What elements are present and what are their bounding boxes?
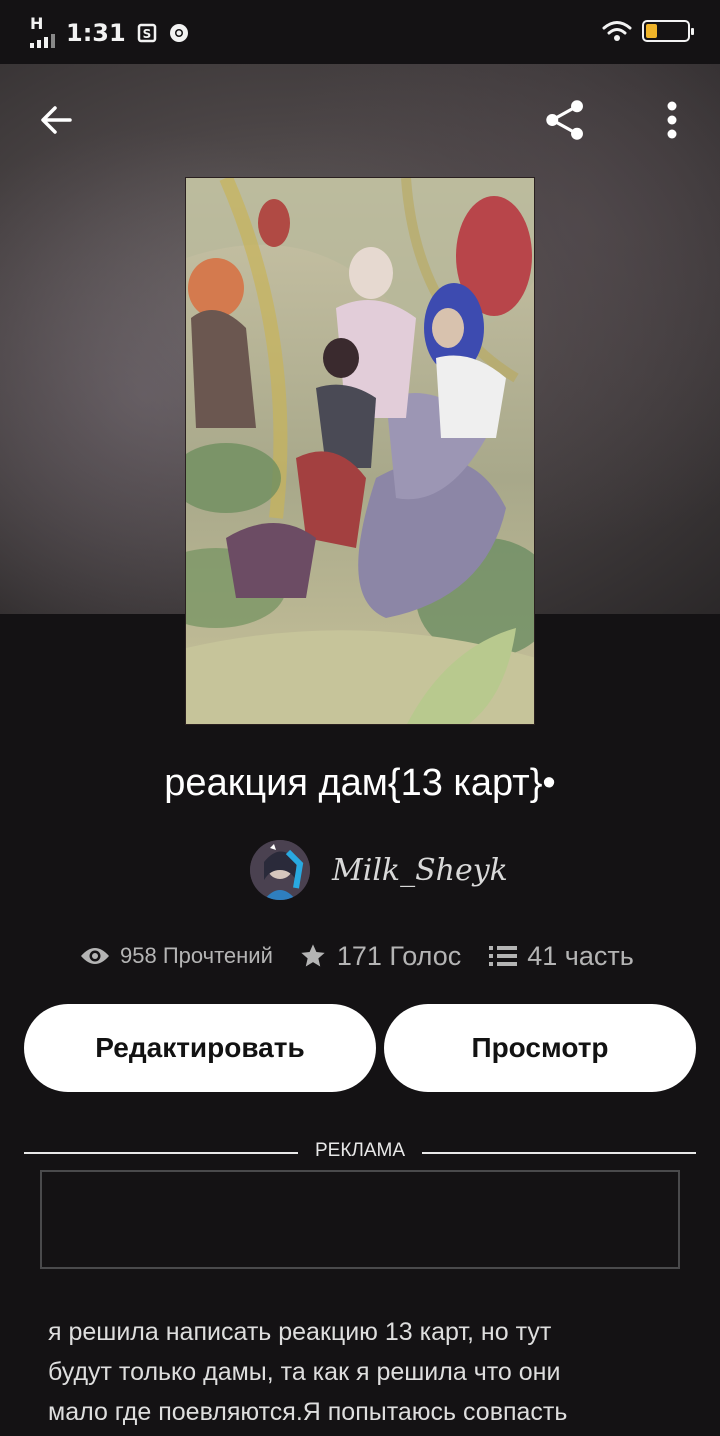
screenshot-icon: S xyxy=(137,23,156,43)
reads-count: 958 Прочтений xyxy=(120,943,273,968)
reads-stat: 958 Прочтений xyxy=(80,943,273,969)
view-button[interactable]: Просмотр xyxy=(384,1004,696,1092)
battery-level xyxy=(646,24,657,38)
back-button[interactable] xyxy=(34,98,78,142)
author-link[interactable]: Milk_Sheyk xyxy=(250,840,508,900)
book-description: я решила написать реакцию 13 карт, но ту… xyxy=(48,1312,678,1432)
book-stats: 958 Прочтений 171 Голос 41 часть xyxy=(80,934,680,978)
svg-text:S: S xyxy=(142,27,151,41)
eye-icon xyxy=(81,948,109,964)
edit-button[interactable]: Редактировать xyxy=(24,1004,376,1092)
parts-stat: 41 часть xyxy=(489,941,634,972)
share-button[interactable] xyxy=(544,98,588,142)
author-name[interactable]: Milk_Sheyk xyxy=(332,853,508,888)
list-icon xyxy=(489,946,518,966)
chrome-icon xyxy=(169,24,188,42)
status-bar: H 1:31 S xyxy=(0,0,720,64)
ad-divider: РЕКЛАМА xyxy=(24,1140,696,1164)
description-line: я решила написать реакцию 13 карт, но ту… xyxy=(48,1318,552,1346)
description-line: мало где поевляются.Я попытаюсь совпасть xyxy=(48,1398,568,1426)
arrow-left-icon xyxy=(41,106,72,134)
battery-icon xyxy=(642,20,694,42)
more-options-button[interactable] xyxy=(650,98,694,142)
author-avatar[interactable] xyxy=(250,840,310,900)
cell-signal-icon: H xyxy=(30,14,56,48)
votes-stat: 171 Голос xyxy=(299,941,461,972)
status-right xyxy=(602,20,694,42)
wifi-icon xyxy=(602,21,632,41)
description-line: будут только дамы, та как я решила что о… xyxy=(48,1358,561,1386)
votes-count: 171 Голос xyxy=(336,940,462,971)
network-type-label: H xyxy=(30,14,44,33)
star-icon xyxy=(301,944,325,967)
share-icon xyxy=(546,100,583,140)
book-title: реакция дам{13 карт}• xyxy=(164,762,556,804)
ad-label: РЕКЛАМА xyxy=(314,1140,406,1161)
more-vertical-icon xyxy=(667,101,677,139)
status-left: H 1:31 S xyxy=(30,14,190,48)
ad-slot[interactable] xyxy=(40,1170,680,1269)
parts-count: 41 часть xyxy=(527,940,634,971)
book-cover-image[interactable] xyxy=(185,177,535,725)
clock: 1:31 xyxy=(66,19,126,47)
